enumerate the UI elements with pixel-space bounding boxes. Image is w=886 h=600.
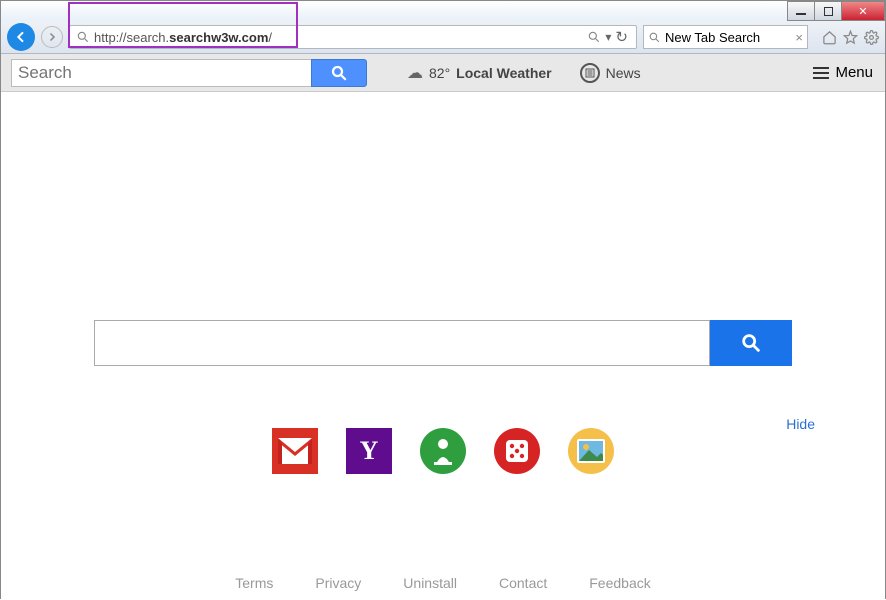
gmail-link[interactable] — [272, 428, 318, 474]
main-search-input[interactable] — [94, 320, 710, 366]
pawn-icon — [430, 436, 456, 466]
search-icon — [76, 30, 90, 44]
search-icon — [740, 332, 762, 354]
picture-icon — [577, 439, 605, 463]
minimize-button[interactable] — [787, 1, 815, 21]
menu-button[interactable]: Menu — [813, 64, 873, 81]
toolbar-search — [11, 59, 367, 87]
footer-terms[interactable]: Terms — [235, 575, 273, 591]
footer-uninstall[interactable]: Uninstall — [403, 575, 457, 591]
weather-temp: 82° — [429, 65, 450, 81]
address-bar[interactable]: http://search.searchw3w.com/ ▾ ↻ — [69, 25, 637, 49]
tab-search-icon — [648, 31, 661, 44]
dice-icon — [502, 436, 532, 466]
hamburger-icon — [813, 67, 829, 79]
window-titlebar: ✕ — [1, 1, 885, 21]
yahoo-link[interactable]: Y — [346, 428, 392, 474]
dice-link[interactable] — [494, 428, 540, 474]
weather-label: Local Weather — [456, 65, 551, 81]
weather-widget[interactable]: ☁ 82° Local Weather — [407, 63, 552, 83]
url-text: http://search.searchw3w.com/ — [94, 30, 272, 45]
footer-feedback[interactable]: Feedback — [589, 575, 650, 591]
tab-close-button[interactable]: × — [795, 30, 803, 45]
extension-toolbar: ☁ 82° Local Weather News Menu — [1, 54, 885, 92]
toolbar-search-input[interactable] — [11, 59, 311, 87]
hide-link[interactable]: Hide — [786, 416, 815, 432]
gmail-icon — [278, 438, 312, 464]
nav-forward-button[interactable] — [41, 26, 63, 48]
close-button[interactable]: ✕ — [841, 1, 885, 21]
photos-link[interactable] — [568, 428, 614, 474]
footer-contact[interactable]: Contact — [499, 575, 547, 591]
maximize-button[interactable] — [814, 1, 842, 21]
games-link[interactable] — [420, 428, 466, 474]
news-label: News — [606, 65, 641, 81]
main-search — [94, 320, 792, 366]
nav-back-button[interactable] — [7, 23, 35, 51]
footer-privacy[interactable]: Privacy — [315, 575, 361, 591]
url-search-icon[interactable] — [587, 30, 601, 44]
footer: Terms Privacy Uninstall Contact Feedback — [1, 564, 885, 600]
home-icon[interactable] — [822, 30, 837, 45]
refresh-button[interactable]: ↻ — [615, 28, 628, 46]
search-dropdown-icon[interactable]: ▾ — [605, 30, 611, 44]
news-widget[interactable]: News — [580, 63, 641, 83]
news-icon — [580, 63, 600, 83]
weather-icon: ☁ — [407, 63, 423, 83]
main-search-button[interactable] — [710, 320, 792, 366]
yahoo-icon: Y — [360, 436, 379, 466]
search-icon — [330, 64, 348, 82]
settings-icon[interactable] — [864, 30, 879, 45]
page-content: Hide Y Terms Privacy Uninstall Contact F… — [1, 92, 885, 600]
quick-links: Y — [272, 428, 614, 474]
browser-chrome: http://search.searchw3w.com/ ▾ ↻ New Tab… — [1, 21, 885, 54]
browser-tab[interactable]: New Tab Search × — [643, 25, 808, 49]
menu-label: Menu — [835, 64, 873, 81]
tab-title: New Tab Search — [665, 30, 760, 45]
toolbar-search-button[interactable] — [311, 59, 367, 87]
favorites-icon[interactable] — [843, 30, 858, 45]
